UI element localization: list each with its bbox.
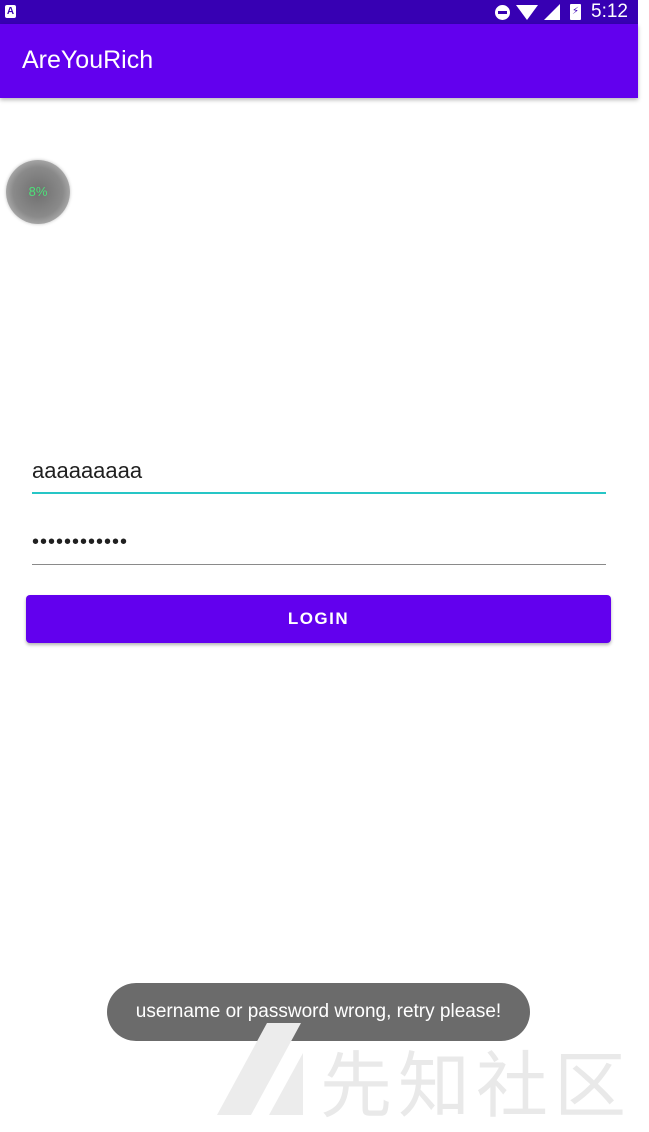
signal-icon [544,4,561,20]
login-button[interactable]: LOGIN [26,595,611,643]
dnd-icon [495,4,511,20]
floating-progress-widget[interactable]: 8% [6,160,70,224]
status-bar: A 5:12 [0,0,638,24]
username-value: aaaaaaaaa [32,458,143,483]
password-value: •••••••••••• [32,531,129,553]
app-title: AreYouRich [22,46,154,74]
battery-charging-icon [570,4,582,20]
password-field[interactable]: •••••••••••• [32,522,606,565]
username-field[interactable]: aaaaaaaaa [32,448,606,494]
app-bar: AreYouRich [0,24,638,98]
status-time: 5:12 [591,1,628,22]
watermark-text: 先知社区 [320,1044,633,1128]
watermark: 先知社区 [215,1015,635,1128]
notification-icon: A [5,5,16,18]
wifi-icon [516,4,539,20]
status-icons: 5:12 [495,0,628,24]
progress-percent: 8% [28,184,48,199]
watermark-logo-icon [217,1023,303,1115]
